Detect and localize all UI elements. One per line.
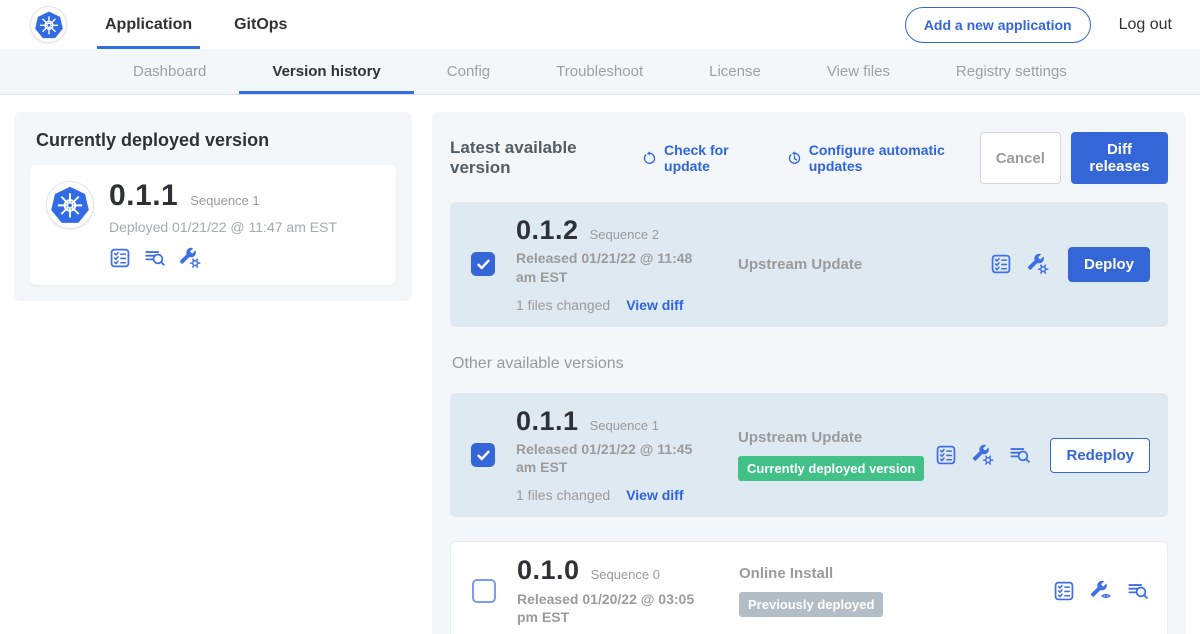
tab-dashboard-label: Dashboard xyxy=(133,63,206,80)
app-kubernetes-logo-icon xyxy=(46,181,94,229)
deployed-action-icons xyxy=(109,247,337,269)
version-checkbox[interactable] xyxy=(471,443,495,467)
version-actions: Redeploy xyxy=(935,438,1152,473)
released-timestamp: Released 01/21/22 @ 11:48 am EST xyxy=(516,249,712,285)
version-checkbox[interactable] xyxy=(472,579,496,603)
diff-releases-button[interactable]: Diff releases xyxy=(1071,132,1168,184)
tab-license[interactable]: License xyxy=(676,49,794,94)
logs-search-icon[interactable] xyxy=(1009,444,1031,466)
version-number: 0.1.1 xyxy=(516,407,579,435)
wrench-gear-icon[interactable] xyxy=(1027,253,1049,275)
version-source: Upstream Update Currently deployed versi… xyxy=(738,429,935,481)
source-label: Upstream Update xyxy=(738,256,990,273)
logout-link[interactable]: Log out xyxy=(1119,16,1172,34)
released-timestamp: Released 01/21/22 @ 11:45 am EST xyxy=(516,440,712,476)
top-bar: Application GitOps Add a new application… xyxy=(0,0,1200,49)
tab-version-history-label: Version history xyxy=(272,63,380,80)
source-label: Upstream Update xyxy=(738,429,935,446)
version-info: 0.1.1 Sequence 1 Released 01/21/22 @ 11:… xyxy=(516,407,738,504)
tab-troubleshoot-label: Troubleshoot xyxy=(556,63,643,80)
tab-gitops-label: GitOps xyxy=(234,16,287,34)
tab-config-label: Config xyxy=(447,63,490,80)
version-history-panel: Latest available version Check for updat… xyxy=(432,112,1186,634)
sequence-label: Sequence 1 xyxy=(590,418,659,433)
tab-dashboard[interactable]: Dashboard xyxy=(100,49,239,94)
checklist-icon[interactable] xyxy=(990,253,1012,275)
view-diff-link[interactable]: View diff xyxy=(626,297,683,313)
check-for-update-label: Check for update xyxy=(664,142,765,174)
checklist-icon[interactable] xyxy=(1053,580,1075,602)
version-info: 0.1.0 Sequence 0 Released 01/20/22 @ 03:… xyxy=(517,556,739,626)
currently-deployed-badge: Currently deployed version xyxy=(738,456,924,481)
deployed-version-number: 0.1.1 xyxy=(109,181,178,211)
version-number: 0.1.0 xyxy=(517,556,580,584)
tab-version-history[interactable]: Version history xyxy=(239,49,413,94)
check-for-update-link[interactable]: Check for update xyxy=(642,142,765,174)
checklist-icon[interactable] xyxy=(109,247,131,269)
logs-search-icon[interactable] xyxy=(1127,580,1149,602)
sequence-label: Sequence 2 xyxy=(590,227,659,242)
clock-refresh-icon xyxy=(787,150,802,167)
refresh-icon xyxy=(642,150,657,167)
tab-troubleshoot[interactable]: Troubleshoot xyxy=(523,49,676,94)
wrench-eye-icon[interactable] xyxy=(1090,580,1112,602)
wrench-gear-icon[interactable] xyxy=(972,444,994,466)
tab-registry-settings-label: Registry settings xyxy=(956,63,1067,80)
source-label: Online Install xyxy=(739,565,1053,582)
top-nav: Application GitOps xyxy=(97,0,321,49)
deployed-timestamp: Deployed 01/21/22 @ 11:47 am EST xyxy=(109,219,337,235)
diff-action-buttons: Cancel Diff releases xyxy=(980,132,1168,184)
sequence-label: Sequence 0 xyxy=(591,567,660,582)
deployed-version-info: 0.1.1 Sequence 1 Deployed 01/21/22 @ 11:… xyxy=(109,181,337,269)
add-application-button[interactable]: Add a new application xyxy=(905,7,1091,43)
version-info: 0.1.2 Sequence 2 Released 01/21/22 @ 11:… xyxy=(516,216,738,313)
tab-view-files[interactable]: View files xyxy=(794,49,923,94)
version-row-0-1-1: 0.1.1 Sequence 1 Released 01/21/22 @ 11:… xyxy=(450,393,1168,518)
configure-automatic-updates-label: Configure automatic updates xyxy=(809,142,980,174)
currently-deployed-version-box: 0.1.1 Sequence 1 Deployed 01/21/22 @ 11:… xyxy=(30,165,396,285)
kubernetes-logo-icon xyxy=(30,6,67,43)
tab-config[interactable]: Config xyxy=(414,49,523,94)
latest-version-header: Latest available version Check for updat… xyxy=(450,132,1168,184)
logs-search-icon[interactable] xyxy=(144,247,166,269)
configure-automatic-updates-link[interactable]: Configure automatic updates xyxy=(787,142,980,174)
checklist-icon[interactable] xyxy=(935,444,957,466)
other-versions-title: Other available versions xyxy=(452,355,1168,373)
tab-application-label: Application xyxy=(105,16,192,34)
tab-registry-settings[interactable]: Registry settings xyxy=(923,49,1100,94)
version-row-0-1-2: 0.1.2 Sequence 2 Released 01/21/22 @ 11:… xyxy=(450,202,1168,327)
currently-deployed-title: Currently deployed version xyxy=(36,130,396,151)
released-timestamp: Released 01/20/22 @ 03:05 pm EST xyxy=(517,590,713,626)
currently-deployed-card: Currently deployed version 0.1.1 Sequenc… xyxy=(14,112,412,301)
tab-view-files-label: View files xyxy=(827,63,890,80)
latest-version-title: Latest available version xyxy=(450,138,620,178)
cancel-button[interactable]: Cancel xyxy=(980,132,1061,184)
wrench-gear-icon[interactable] xyxy=(179,247,201,269)
version-source: Online Install Previously deployed xyxy=(739,565,1053,617)
main-content: Currently deployed version 0.1.1 Sequenc… xyxy=(0,95,1200,634)
deployed-sequence-label: Sequence 1 xyxy=(190,193,259,208)
version-actions xyxy=(1053,580,1151,602)
files-changed-label: 1 files changed xyxy=(516,297,610,313)
version-source: Upstream Update xyxy=(738,256,990,273)
tab-gitops[interactable]: GitOps xyxy=(226,0,295,49)
view-diff-link[interactable]: View diff xyxy=(626,487,683,503)
version-number: 0.1.2 xyxy=(516,216,579,244)
deploy-button[interactable]: Deploy xyxy=(1068,247,1150,282)
version-actions: Deploy xyxy=(990,247,1152,282)
redeploy-button[interactable]: Redeploy xyxy=(1050,438,1150,473)
app-sub-nav: Dashboard Version history Config Trouble… xyxy=(0,49,1200,95)
files-changed-label: 1 files changed xyxy=(516,487,610,503)
tab-license-label: License xyxy=(709,63,761,80)
app-window: Application GitOps Add a new application… xyxy=(0,0,1200,634)
previously-deployed-badge: Previously deployed xyxy=(739,592,883,617)
version-checkbox[interactable] xyxy=(471,252,495,276)
tab-application[interactable]: Application xyxy=(97,0,200,49)
version-row-0-1-0: 0.1.0 Sequence 0 Released 01/20/22 @ 03:… xyxy=(450,541,1168,634)
